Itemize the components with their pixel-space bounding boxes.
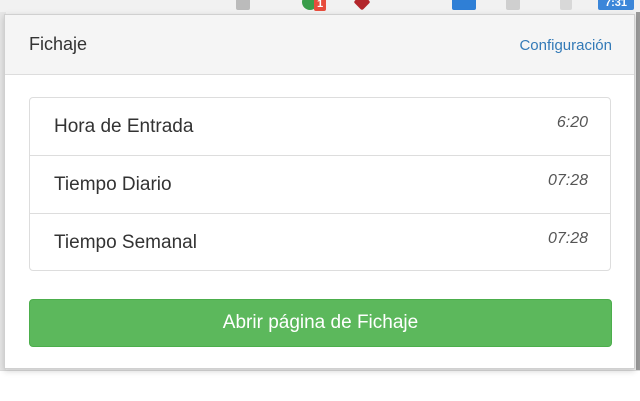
list-item-weekly-time: Tiempo Semanal 07:28 [30,214,610,270]
page-background-bottom [0,370,640,401]
entry-time-label: Hora de Entrada [54,116,194,137]
popup-header: Fichaje Configuración [5,15,634,75]
browser-toolbar: 1 7:31 [0,0,640,12]
extension-icon-gray[interactable] [236,0,250,10]
page-scrollbar-edge [636,12,640,372]
extension-icon-red[interactable] [353,0,371,11]
extension-icon-light[interactable] [506,0,520,10]
clock-badge[interactable]: 7:31 [598,0,634,10]
extension-icon-blue[interactable] [452,0,476,10]
daily-time-label: Tiempo Diario [54,174,172,195]
extension-icon-faint[interactable] [560,0,572,10]
entry-time-value: 6:20 [556,114,588,131]
notification-badge: 1 [314,0,327,11]
weekly-time-value: 07:28 [547,230,588,247]
popup-title: Fichaje [29,34,88,54]
list-item-entry-time: Hora de Entrada 6:20 [30,98,610,156]
configuration-link[interactable]: Configuración [519,37,612,54]
open-fichaje-page-button[interactable]: Abrir página de Fichaje [29,299,612,347]
weekly-time-label: Tiempo Semanal [54,232,197,253]
list-item-daily-time: Tiempo Diario 07:28 [30,156,610,214]
daily-time-value: 07:28 [547,172,588,189]
time-list: Hora de Entrada 6:20 Tiempo Diario 07:28… [29,97,611,271]
fichaje-popup: Fichaje Configuración Hora de Entrada 6:… [4,14,635,369]
